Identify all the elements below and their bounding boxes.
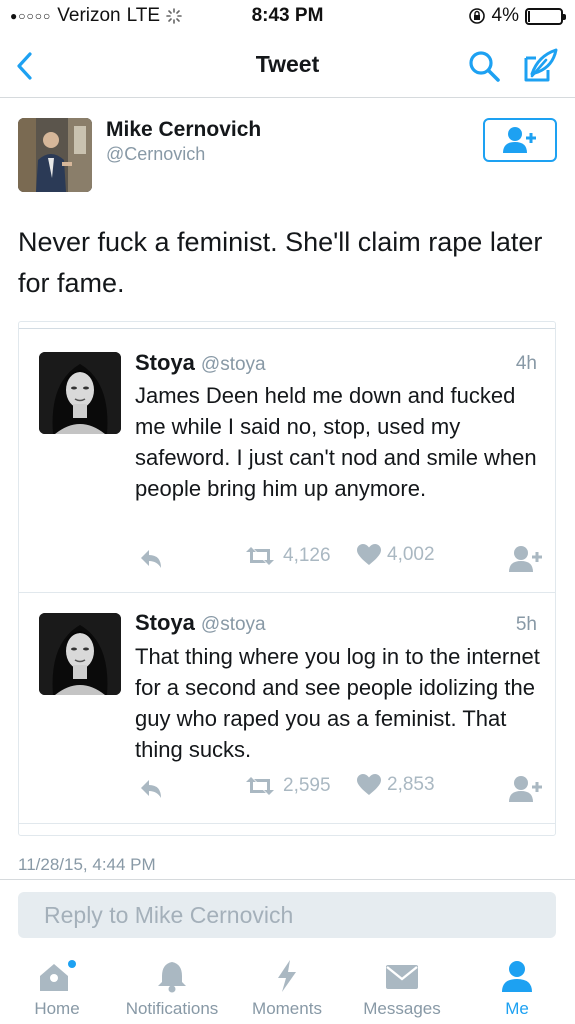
tweet-actions: 2,595 2,853 xyxy=(135,774,545,804)
retweet-count: 2,595 xyxy=(283,775,331,796)
avatar[interactable] xyxy=(39,352,121,434)
tab-label: Messages xyxy=(363,999,441,1018)
heart-icon xyxy=(357,544,381,565)
reply-icon[interactable] xyxy=(135,774,165,804)
author-avatar[interactable] xyxy=(18,118,92,192)
tweet-time: 4h xyxy=(515,353,537,374)
tab-home[interactable]: Home xyxy=(2,950,112,1024)
author-name[interactable]: Mike Cernovich xyxy=(106,118,261,142)
avatar-photo xyxy=(39,352,121,434)
lightning-icon xyxy=(278,960,296,992)
tweet-body: That thing where you log in to the inter… xyxy=(135,644,540,762)
tweet-author-name[interactable]: Stoya @stoya xyxy=(135,610,266,636)
tab-messages[interactable]: Messages xyxy=(347,950,457,1024)
avatar-photo xyxy=(39,613,121,695)
envelope-icon xyxy=(386,965,418,989)
author-handle: @stoya xyxy=(200,354,266,375)
like-count: 2,853 xyxy=(387,774,435,795)
add-user-icon[interactable] xyxy=(507,544,543,574)
home-icon xyxy=(40,960,76,991)
author-handle[interactable]: @Cernovich xyxy=(106,144,205,165)
nav-bar: Tweet xyxy=(0,34,575,98)
author-handle: @stoya xyxy=(200,614,266,635)
like-button[interactable]: 2,853 xyxy=(357,774,435,796)
retweet-count: 4,126 xyxy=(283,545,331,566)
author-name: Stoya xyxy=(135,610,195,635)
tweet-time: 5h xyxy=(515,614,537,635)
add-user-icon[interactable] xyxy=(507,774,543,804)
tweet-timestamp: 11/28/15, 4:44 PM xyxy=(18,855,156,874)
tab-label: Moments xyxy=(252,999,322,1018)
retweet-icon xyxy=(246,777,274,795)
author-photo xyxy=(18,118,92,192)
like-button[interactable]: 4,002 xyxy=(357,544,435,566)
tweet-text: Never fuck a feminist. She'll claim rape… xyxy=(18,227,543,298)
tab-me[interactable]: Me xyxy=(462,950,572,1024)
compose-icon[interactable] xyxy=(520,46,560,86)
tweet-body: James Deen held me down and fucked me wh… xyxy=(135,383,537,501)
battery-percent: 4% xyxy=(491,5,519,26)
tab-bar: Home Notifications Moments Messages Me xyxy=(0,950,575,1024)
tab-moments[interactable]: Moments xyxy=(232,950,342,1024)
tweet-author-name[interactable]: Stoya @stoya xyxy=(135,350,266,376)
status-right: 4% xyxy=(468,5,566,27)
quoted-tweets-card: Stoya @stoya 4h James Deen held me down a… xyxy=(18,321,556,836)
tab-label: Notifications xyxy=(125,999,219,1018)
status-bar: ●○○○○ Verizon LTE 8:43 PM 4% xyxy=(0,0,575,34)
retweet-button[interactable]: 2,595 xyxy=(243,774,331,798)
quoted-tweet[interactable]: Stoya @stoya 4h James Deen held me down a… xyxy=(19,322,555,592)
bell-icon xyxy=(158,962,186,993)
retweet-icon xyxy=(246,547,274,565)
follow-button[interactable] xyxy=(483,118,557,162)
heart-icon xyxy=(357,774,381,795)
divider xyxy=(0,879,575,880)
tab-label: Home xyxy=(34,999,80,1018)
person-icon xyxy=(502,961,532,992)
reply-icon[interactable] xyxy=(135,544,165,574)
tweet-actions: 4,126 4,002 xyxy=(135,544,545,574)
add-user-icon xyxy=(503,127,536,153)
retweet-button[interactable]: 4,126 xyxy=(243,544,331,568)
reply-input[interactable]: Reply to Mike Cernovich xyxy=(18,892,556,938)
quoted-tweet[interactable]: Stoya @stoya 5h That thing where you log … xyxy=(19,593,555,823)
author-name: Stoya xyxy=(135,350,195,375)
tweet-divider xyxy=(19,823,555,824)
tab-notifications[interactable]: Notifications xyxy=(117,950,227,1024)
orientation-lock-icon xyxy=(468,8,485,24)
like-count: 4,002 xyxy=(387,544,435,565)
search-icon[interactable] xyxy=(466,48,502,84)
battery-icon xyxy=(525,7,566,25)
avatar[interactable] xyxy=(39,613,121,695)
tab-label: Me xyxy=(505,999,529,1018)
battery-level xyxy=(528,10,530,22)
tweet-author: Mike Cernovich @Cernovich xyxy=(0,98,575,208)
